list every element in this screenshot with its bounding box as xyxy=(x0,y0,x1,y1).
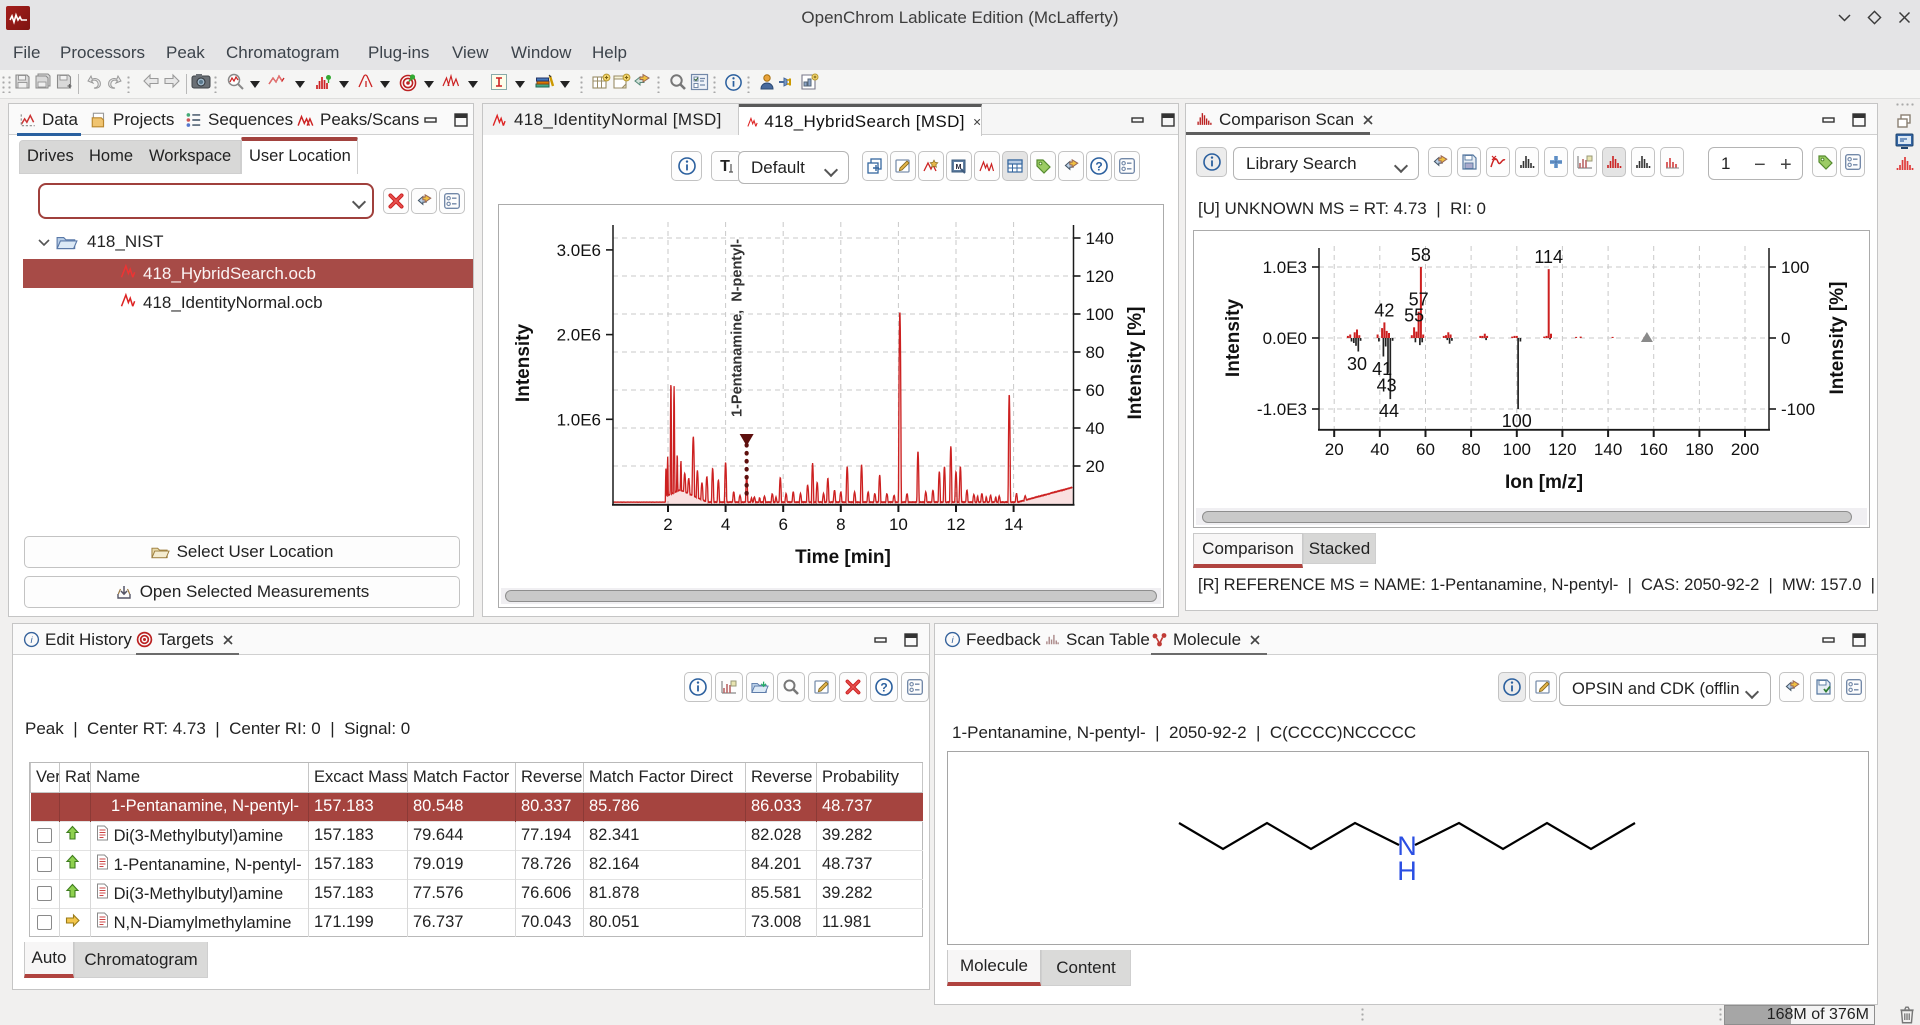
svg-text:H: H xyxy=(1397,856,1417,886)
svg-text:30: 30 xyxy=(1347,354,1367,374)
svg-text:?: ? xyxy=(1095,160,1102,174)
svg-text:0.0E0: 0.0E0 xyxy=(1263,329,1307,348)
svg-text:43: 43 xyxy=(1377,376,1397,396)
svg-text:4: 4 xyxy=(721,515,730,534)
svg-text:100: 100 xyxy=(1781,258,1809,277)
svg-text:Intensity: Intensity xyxy=(513,324,534,403)
svg-text:2.0E6: 2.0E6 xyxy=(557,326,601,345)
svg-text:180: 180 xyxy=(1685,440,1713,459)
svg-text:3.0E6: 3.0E6 xyxy=(557,241,601,260)
svg-text:160: 160 xyxy=(1640,440,1668,459)
svg-text:60: 60 xyxy=(1086,381,1105,400)
svg-text:Intensity: Intensity xyxy=(1223,299,1244,378)
svg-text:20: 20 xyxy=(1086,457,1105,476)
svg-text:Time [min]: Time [min] xyxy=(795,547,891,568)
svg-text:i: i xyxy=(951,635,954,646)
svg-text:100: 100 xyxy=(1086,305,1114,324)
svg-text:58: 58 xyxy=(1411,245,1431,265)
svg-text:2: 2 xyxy=(663,515,672,534)
svg-text:140: 140 xyxy=(1086,229,1114,248)
svg-text:-100: -100 xyxy=(1781,400,1815,419)
svg-text:8: 8 xyxy=(836,515,845,534)
svg-text:100: 100 xyxy=(1503,440,1531,459)
svg-text:120: 120 xyxy=(1086,267,1114,286)
svg-text:12: 12 xyxy=(947,515,966,534)
svg-text:14: 14 xyxy=(1004,515,1023,534)
svg-text:40: 40 xyxy=(1370,440,1389,459)
svg-text:44: 44 xyxy=(1379,401,1399,421)
svg-text:0: 0 xyxy=(1781,329,1790,348)
svg-text:10: 10 xyxy=(889,515,908,534)
svg-text:20: 20 xyxy=(1325,440,1344,459)
svg-text:42: 42 xyxy=(1374,300,1394,320)
svg-text:Ion [m/z]: Ion [m/z] xyxy=(1505,472,1583,493)
svg-text:-1.0E3: -1.0E3 xyxy=(1257,400,1307,419)
svg-text:6: 6 xyxy=(778,515,787,534)
svg-text:Intensity [%]: Intensity [%] xyxy=(1125,307,1146,420)
svg-text:T: T xyxy=(720,158,730,175)
svg-text:55: 55 xyxy=(1404,305,1424,325)
svg-text:200: 200 xyxy=(1731,440,1759,459)
svg-text:1.0E3: 1.0E3 xyxy=(1263,258,1307,277)
svg-text:80: 80 xyxy=(1086,343,1105,362)
svg-text:100: 100 xyxy=(1502,411,1532,431)
svg-text:114: 114 xyxy=(1534,247,1563,267)
svg-text:40: 40 xyxy=(1086,419,1105,438)
svg-text:80: 80 xyxy=(1462,440,1481,459)
svg-text:i: i xyxy=(30,635,33,646)
svg-text:Intensity [%]: Intensity [%] xyxy=(1827,282,1848,395)
svg-text:?: ? xyxy=(880,681,887,695)
svg-text:120: 120 xyxy=(1548,440,1576,459)
svg-text:1-Pentanamine, N-pentyl-: 1-Pentanamine, N-pentyl- xyxy=(730,239,746,417)
svg-text:140: 140 xyxy=(1594,440,1622,459)
svg-text:1.0E6: 1.0E6 xyxy=(557,410,601,429)
svg-text:60: 60 xyxy=(1416,440,1435,459)
